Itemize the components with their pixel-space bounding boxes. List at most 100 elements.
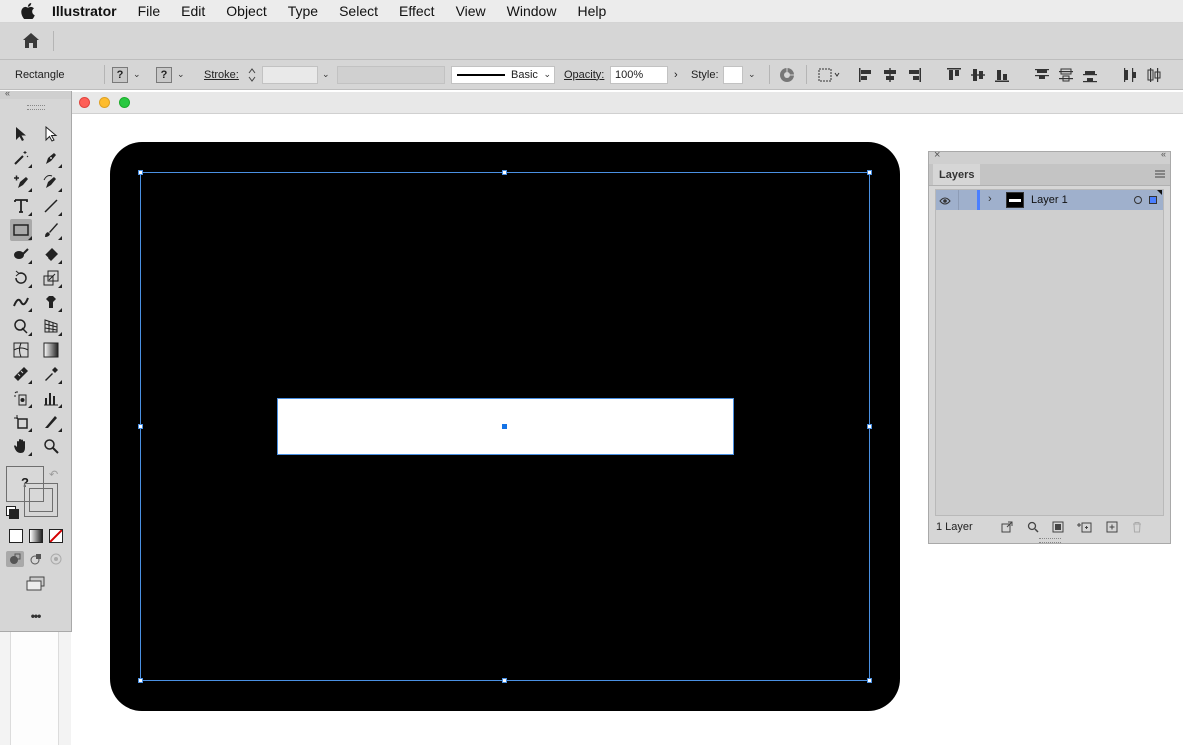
swap-fill-stroke-icon[interactable]: ↶ xyxy=(49,468,58,481)
distribute-bottom-icon[interactable] xyxy=(1082,67,1098,83)
screen-mode-icon[interactable] xyxy=(25,576,47,592)
variable-width-dropdown[interactable] xyxy=(337,65,445,84)
panel-grip-icon[interactable] xyxy=(27,105,45,110)
align-left-icon[interactable] xyxy=(858,67,874,83)
align-to-selection-button[interactable] xyxy=(817,60,841,89)
apple-icon[interactable] xyxy=(21,3,35,19)
width-tool-icon[interactable] xyxy=(10,291,32,313)
direct-selection-tool-icon[interactable] xyxy=(40,123,62,145)
opacity-input[interactable]: 100% xyxy=(610,65,668,84)
close-panel-icon[interactable]: × xyxy=(934,149,940,161)
export-icon[interactable] xyxy=(1001,521,1013,533)
align-vertical-center-icon[interactable] xyxy=(970,67,986,83)
clipping-mask-icon[interactable] xyxy=(1052,521,1064,533)
draw-behind-icon[interactable] xyxy=(28,551,44,567)
curvature-tool-icon[interactable] xyxy=(40,171,62,193)
resize-handle-bottom-left[interactable] xyxy=(138,678,143,683)
chevron-down-icon[interactable]: ⌄ xyxy=(748,69,756,80)
menu-file[interactable]: File xyxy=(138,3,161,19)
resize-handle-left[interactable] xyxy=(138,424,143,429)
menu-view[interactable]: View xyxy=(456,3,486,19)
resize-grip-icon[interactable] xyxy=(1039,538,1061,543)
mesh-tool-icon[interactable] xyxy=(10,339,32,361)
eye-visibility-icon[interactable] xyxy=(939,195,951,205)
color-mode-icon[interactable] xyxy=(9,529,23,543)
graphic-style-swatch[interactable] xyxy=(723,65,743,84)
align-top-icon[interactable] xyxy=(946,67,962,83)
selection-tool-icon[interactable] xyxy=(10,123,32,145)
paintbrush-tool-icon[interactable] xyxy=(40,219,62,241)
add-anchor-point-tool-icon[interactable] xyxy=(10,171,32,193)
stroke-label[interactable]: Stroke: xyxy=(204,60,239,89)
brush-definition[interactable]: Basic ⌄ xyxy=(451,60,555,89)
none-mode-icon[interactable] xyxy=(49,529,63,543)
gradient-tool-icon[interactable] xyxy=(40,339,62,361)
layer-row[interactable]: › Layer 1 xyxy=(936,190,1163,210)
recolor-icon[interactable] xyxy=(778,66,796,84)
resize-handle-top-left[interactable] xyxy=(138,170,143,175)
layers-panel-header[interactable]: × « xyxy=(929,149,1170,164)
zoom-tool-icon[interactable] xyxy=(40,435,62,457)
new-layer-icon[interactable] xyxy=(1106,521,1118,533)
symbol-sprayer-tool-icon[interactable] xyxy=(10,387,32,409)
home-icon[interactable] xyxy=(20,31,42,51)
chevron-down-icon[interactable]: ⌄ xyxy=(133,69,141,80)
align-bottom-icon[interactable] xyxy=(994,67,1010,83)
align-right-icon[interactable] xyxy=(906,67,922,83)
eraser-tool-icon[interactable] xyxy=(40,243,62,265)
menu-window[interactable]: Window xyxy=(507,3,557,19)
chevron-down-icon[interactable]: ⌄ xyxy=(177,69,185,80)
collapse-panel-icon[interactable]: « xyxy=(1161,149,1166,159)
target-icon[interactable] xyxy=(1134,196,1142,204)
resize-handle-bottom[interactable] xyxy=(502,678,507,683)
slice-tool-icon[interactable] xyxy=(40,411,62,433)
resize-handle-bottom-right[interactable] xyxy=(867,678,872,683)
pen-tool-icon[interactable] xyxy=(40,147,62,169)
menu-type[interactable]: Type xyxy=(288,3,318,19)
shape-builder-tool-icon[interactable] xyxy=(10,315,32,337)
fill-swatch[interactable]: ? ⌄ xyxy=(112,60,141,89)
new-sublayer-icon[interactable] xyxy=(1076,521,1092,533)
stroke-indicator[interactable] xyxy=(24,483,58,517)
shaper-tool-icon[interactable] xyxy=(10,243,32,265)
zoom-window-button[interactable] xyxy=(119,97,130,108)
menu-object[interactable]: Object xyxy=(226,3,266,19)
layer-name[interactable]: Layer 1 xyxy=(1031,194,1068,206)
measure-tool-icon[interactable] xyxy=(10,363,32,385)
resize-handle-right[interactable] xyxy=(867,424,872,429)
tab-layers[interactable]: Layers xyxy=(933,164,981,185)
stroke-weight-stepper[interactable]: ⌄ xyxy=(246,60,330,89)
menu-app-name[interactable]: Illustrator xyxy=(52,3,117,19)
recolor-artwork-button[interactable] xyxy=(778,60,796,89)
selection-indicator-icon[interactable] xyxy=(1149,196,1157,204)
collapse-panel-icon[interactable]: « xyxy=(5,88,10,98)
eyedropper-tool-icon[interactable] xyxy=(40,363,62,385)
line-segment-tool-icon[interactable] xyxy=(40,195,62,217)
draw-normal-icon[interactable] xyxy=(6,551,24,567)
graphic-style-picker[interactable]: ⌄ xyxy=(723,60,756,89)
perspective-grid-tool-icon[interactable] xyxy=(40,315,62,337)
opacity-control[interactable]: 100% › xyxy=(610,60,678,89)
stroke-swatch[interactable]: ? ⌄ xyxy=(156,60,185,89)
gradient-mode-icon[interactable] xyxy=(29,529,43,543)
draw-inside-icon[interactable] xyxy=(48,551,64,567)
expand-layer-icon[interactable]: › xyxy=(988,193,992,205)
minimize-window-button[interactable] xyxy=(99,97,110,108)
type-tool-icon[interactable] xyxy=(10,195,32,217)
distribute-top-icon[interactable] xyxy=(1034,67,1050,83)
column-graph-tool-icon[interactable] xyxy=(40,387,62,409)
close-window-button[interactable] xyxy=(79,97,90,108)
chevron-right-icon[interactable]: › xyxy=(674,69,678,81)
rectangle-tool-icon[interactable] xyxy=(10,219,32,241)
chevron-down-icon[interactable]: ⌄ xyxy=(322,69,330,80)
tools-panel-header[interactable]: « xyxy=(0,88,71,99)
opacity-label[interactable]: Opacity: xyxy=(564,60,604,89)
chevron-down-icon[interactable]: ⌄ xyxy=(543,69,551,80)
stepper-arrows-icon[interactable] xyxy=(246,66,258,84)
menu-edit[interactable]: Edit xyxy=(181,3,205,19)
distribute-horizontal-center-icon[interactable] xyxy=(1146,67,1162,83)
distribute-left-icon[interactable] xyxy=(1122,67,1138,83)
magic-wand-tool-icon[interactable] xyxy=(10,147,32,169)
puppet-warp-tool-icon[interactable] xyxy=(40,291,62,313)
locate-object-icon[interactable] xyxy=(1027,521,1039,533)
